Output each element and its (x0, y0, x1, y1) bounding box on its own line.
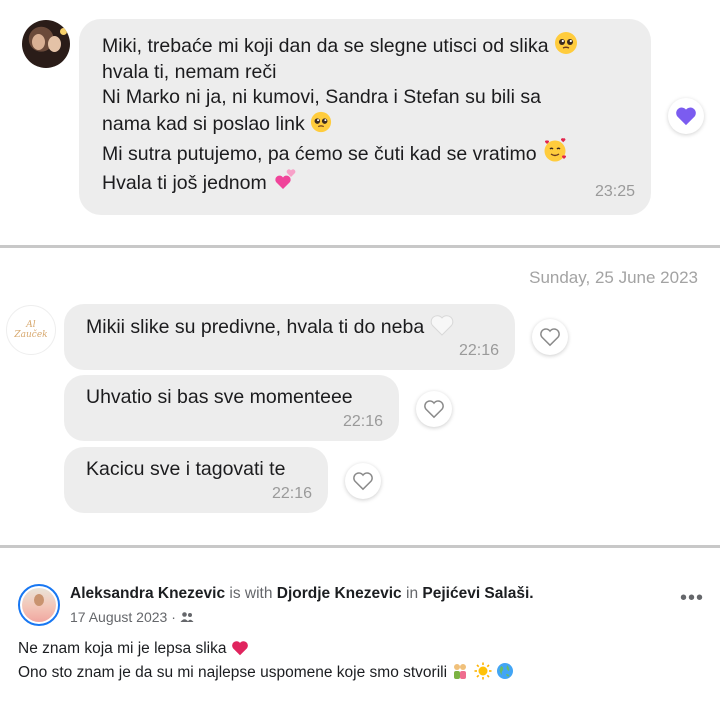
message-bubble[interactable]: Kacicu sve i tagovati te 22:16 (64, 447, 328, 513)
white-heart-emoji-icon (430, 315, 453, 336)
contact-avatar[interactable] (22, 20, 70, 68)
chat-panel-top: Miki, trebaće mi koji dan da se slegne u… (0, 0, 720, 245)
message-line: Ni Marko ni ja, ni kumovi, Sandra i Stef… (102, 86, 541, 108)
message-line: hvala ti, nemam reči (102, 60, 277, 83)
two-hearts-emoji-icon (275, 168, 296, 189)
author-name[interactable]: Aleksandra Knezevic (70, 585, 225, 602)
heart-outline-icon (424, 400, 444, 419)
heart-outline-icon (540, 328, 560, 347)
pleading-face-emoji-icon (554, 32, 577, 54)
in-label: in (406, 585, 419, 602)
date-separator: Sunday, 25 June 2023 (529, 268, 698, 287)
message-timestamp: 22:16 (458, 342, 499, 359)
message-timestamp: 23:25 (594, 183, 635, 200)
message-text: Mikii slike su predivne, hvala ti do neb… (86, 314, 454, 341)
message-line: Mi sutra putujemo, pa ćemo se čuti kad s… (102, 137, 631, 168)
message-line: Miki, trebaće mi koji dan da se slegne u… (102, 31, 631, 60)
message-line: Hvala ti još jednom (102, 168, 631, 197)
avatar-logo-text: Zauček (14, 330, 48, 340)
message-text: Uhvatio si bas sve momenteee (86, 386, 353, 408)
reaction-badge[interactable] (668, 98, 704, 134)
message-text: Kacicu sve i tagovati te (86, 458, 286, 480)
react-heart-button[interactable] (345, 463, 381, 499)
post-date[interactable]: 17 August 2023 · (70, 609, 176, 625)
post-text-line: Ne znam koja mi je lepsa slika (18, 640, 249, 658)
react-heart-button[interactable] (532, 319, 568, 355)
couple-emoji-icon (454, 664, 467, 679)
tagged-person[interactable]: Djordje Knezevic (277, 585, 402, 602)
location-link[interactable]: Pejićevi Salaši. (422, 585, 533, 602)
post-meta: 17 August 2023 · (70, 609, 194, 625)
avatar-logo-text: Al (26, 320, 36, 330)
heart-outline-icon (353, 472, 373, 491)
purple-heart-icon (676, 107, 696, 126)
react-heart-button[interactable] (416, 391, 452, 427)
message-line: nama kad si poslao link (102, 111, 631, 138)
author-avatar[interactable] (18, 584, 60, 626)
studio-logo-avatar[interactable]: Al Zauček (6, 305, 56, 355)
red-heart-emoji-icon (231, 641, 248, 656)
smiling-face-with-hearts-emoji-icon (544, 138, 567, 162)
chat-panel-middle: Sunday, 25 June 2023 Mikii slike su pred… (0, 248, 720, 545)
message-bubble[interactable]: Mikii slike su predivne, hvala ti do neb… (64, 304, 515, 370)
friends-icon (180, 612, 194, 622)
sun-emoji-icon (474, 662, 492, 680)
message-bubble[interactable]: Miki, trebaće mi koji dan da se slegne u… (79, 19, 651, 215)
post-text-line: Ono sto znam je da su mi najlepse uspome… (18, 662, 514, 682)
more-options-button[interactable]: ••• (680, 588, 704, 608)
pleading-face-emoji-icon (311, 111, 332, 132)
message-timestamp: 22:16 (271, 485, 312, 502)
globe-emoji-icon (496, 663, 513, 679)
is-with-label: is with (229, 585, 273, 602)
message-bubble[interactable]: Uhvatio si bas sve momenteee 22:16 (64, 375, 399, 441)
facebook-post: Aleksandra Knezevic is with Djordje Knez… (0, 548, 720, 720)
post-header: Aleksandra Knezevic is with Djordje Knez… (70, 585, 534, 603)
message-timestamp: 22:16 (342, 413, 383, 430)
